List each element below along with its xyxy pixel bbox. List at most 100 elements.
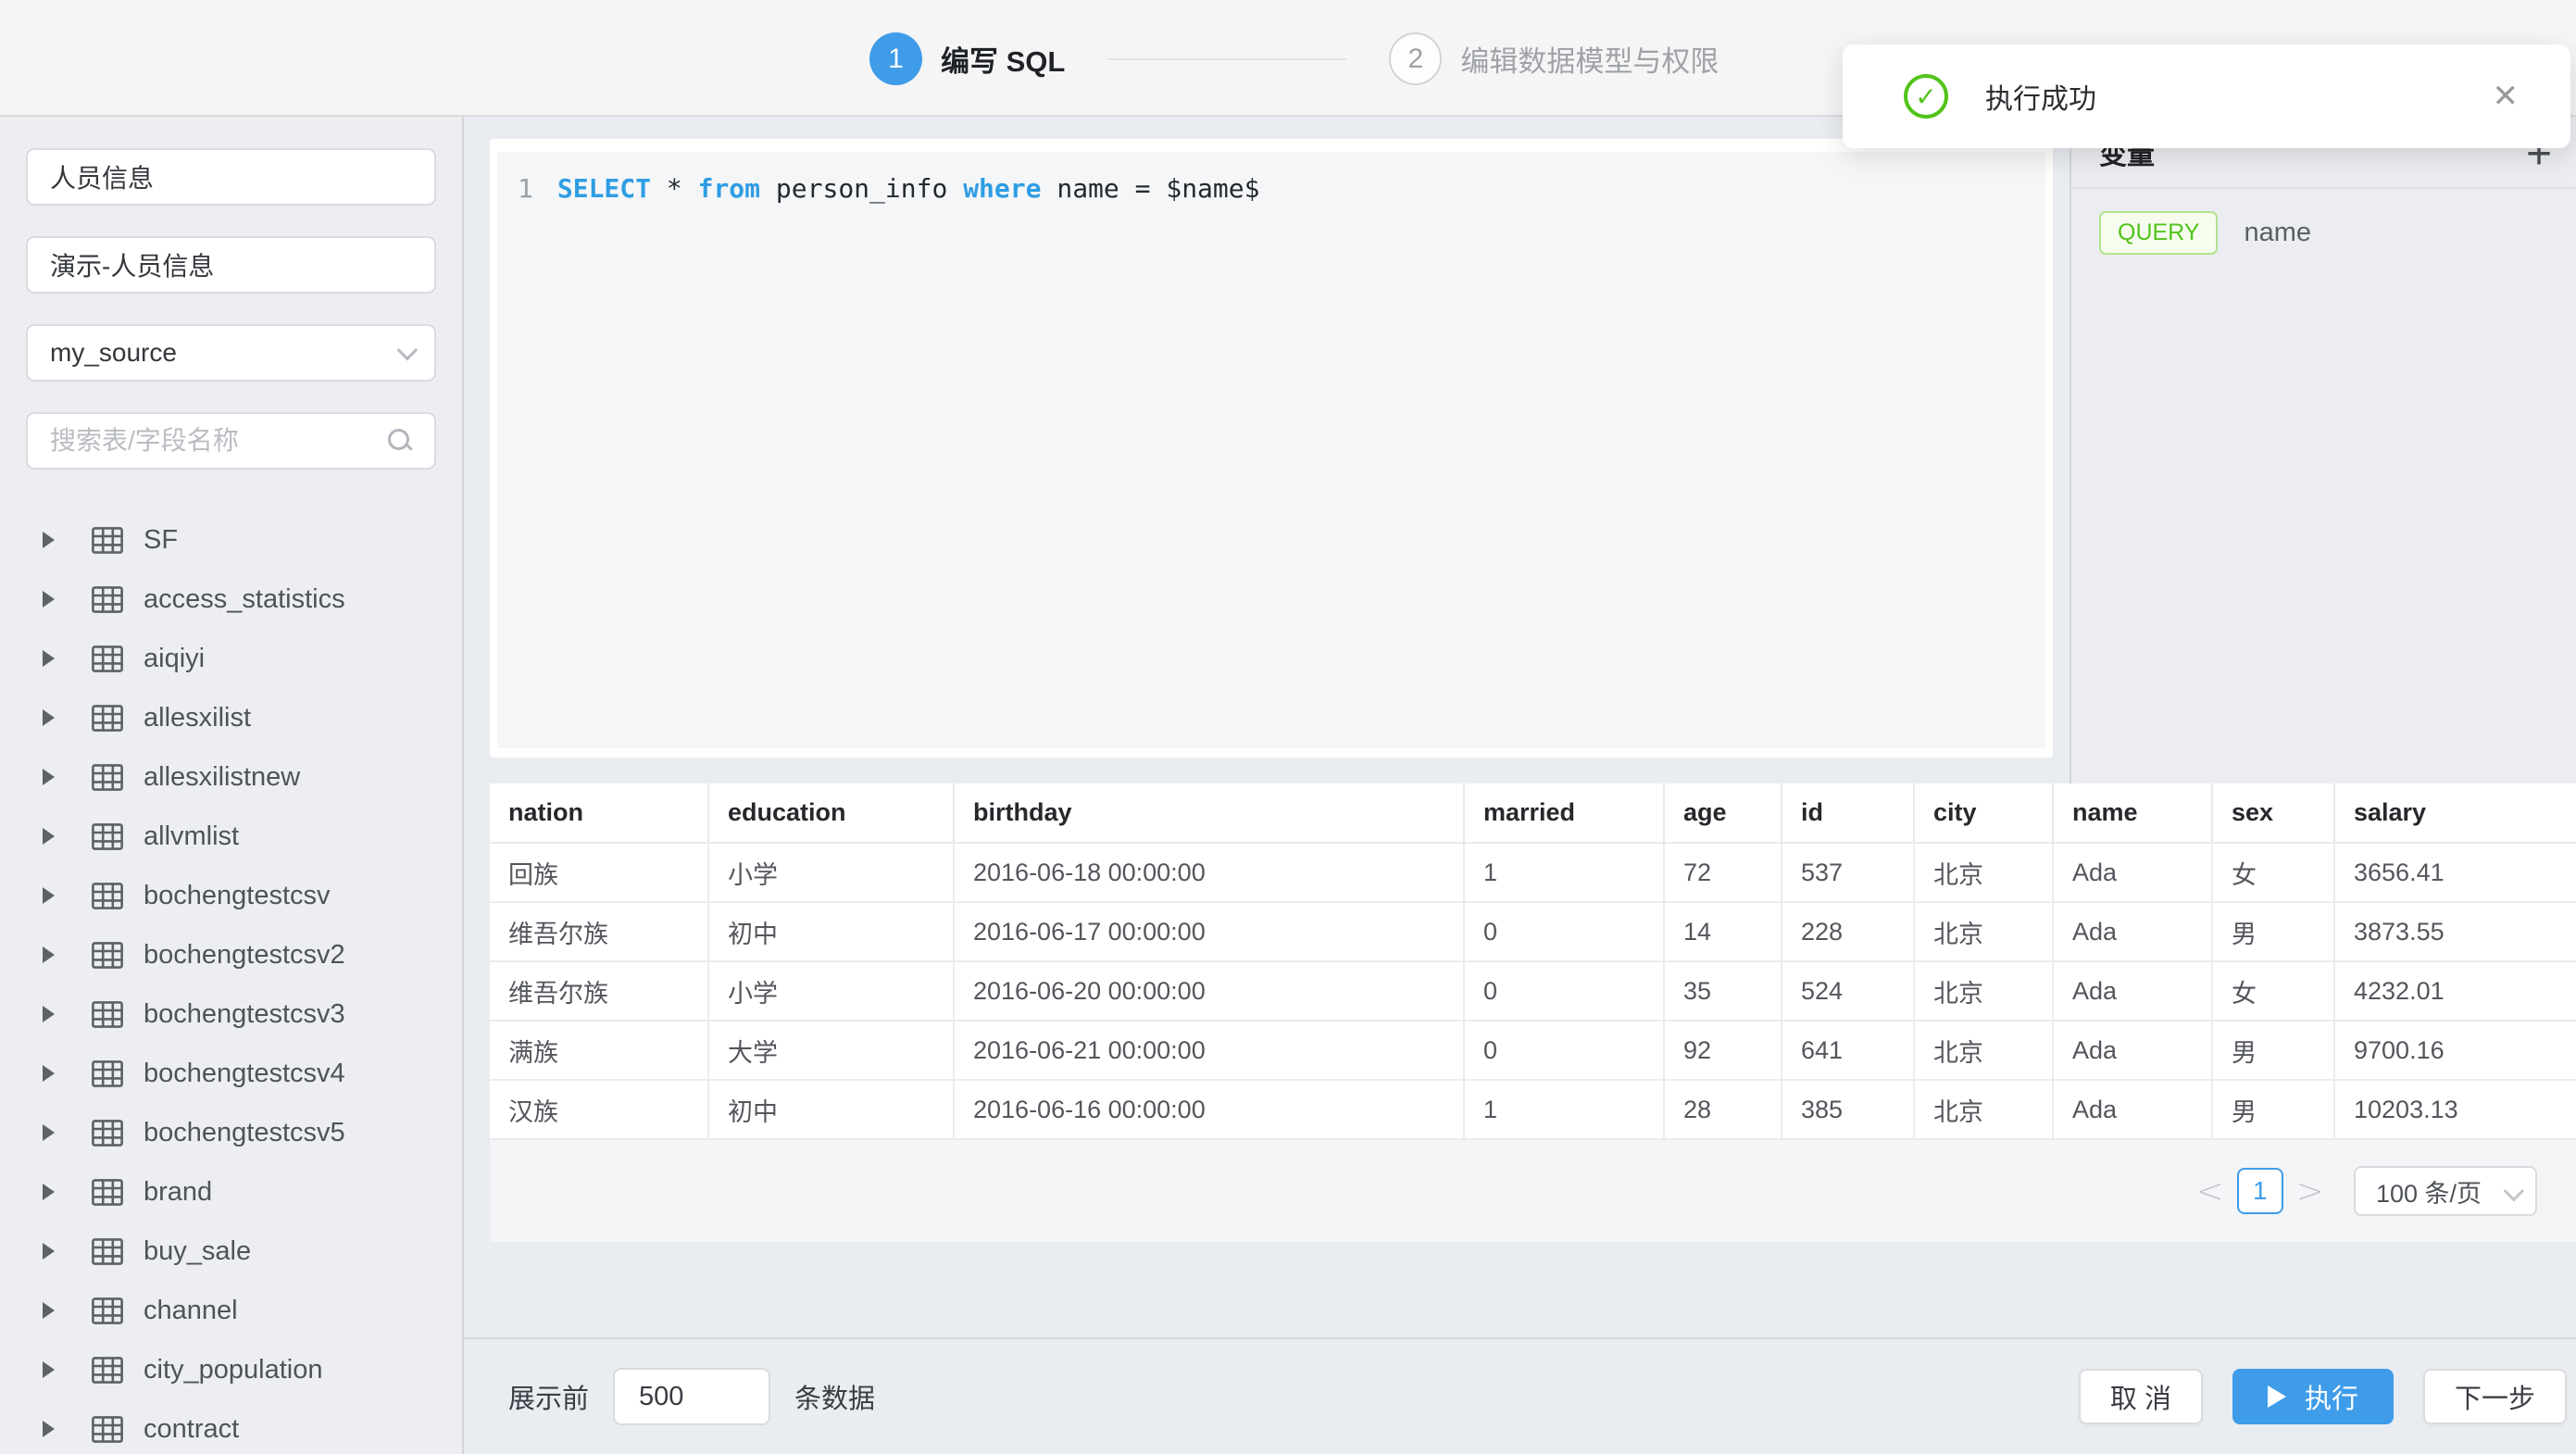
datasource-select-value: my_source (50, 338, 397, 368)
table-grid-icon (92, 586, 123, 613)
table-tree-item[interactable]: bochengtestcsv3 (0, 984, 462, 1044)
table-tree-item[interactable]: allesxilist (0, 688, 462, 747)
cell-age: 28 (1664, 1080, 1782, 1139)
caret-right-icon[interactable] (43, 946, 55, 963)
table-grid-icon (92, 1060, 123, 1087)
table-grid-icon (92, 1357, 123, 1384)
table-tree-item[interactable]: aiqiyi (0, 629, 462, 688)
column-header: sex (2212, 783, 2334, 843)
table-grid-icon (92, 823, 123, 850)
cell-name: Ada (2053, 1080, 2212, 1139)
table-grid-icon (92, 1416, 123, 1443)
table-tree-item[interactable]: bochengtestcsv2 (0, 925, 462, 984)
caret-right-icon[interactable] (43, 1124, 55, 1141)
table-search-input[interactable] (50, 426, 388, 456)
column-header: married (1464, 783, 1664, 843)
sql-token: * (651, 173, 698, 204)
table-tree-item[interactable]: contract (0, 1399, 462, 1454)
caret-right-icon[interactable] (43, 769, 55, 785)
cell-id: 641 (1782, 1021, 1914, 1080)
cell-age: 35 (1664, 961, 1782, 1021)
table-tree-item[interactable]: SF (0, 510, 462, 570)
toast-close-icon[interactable]: ✕ (2493, 78, 2520, 115)
cell-education: 大学 (708, 1021, 954, 1080)
table-row[interactable]: 维吾尔族 初中 2016-06-17 00:00:00 0 14 228 北京 … (490, 902, 2576, 961)
table-tree-item[interactable]: allvmlist (0, 807, 462, 866)
sql-token: where (963, 173, 1041, 204)
next-step-button[interactable]: 下一步 (2423, 1369, 2567, 1424)
cell-age: 14 (1664, 902, 1782, 961)
caret-right-icon[interactable] (43, 1243, 55, 1260)
sql-token: from (698, 173, 760, 204)
table-row[interactable]: 回族 小学 2016-06-18 00:00:00 1 72 537 北京 Ad… (490, 843, 2576, 902)
variable-name: name (2244, 218, 2311, 248)
play-icon (2268, 1385, 2286, 1408)
caret-right-icon[interactable] (43, 828, 55, 845)
bottom-action-bar: 展示前 条数据 取 消 执行 下一步 (464, 1337, 2576, 1454)
caret-right-icon[interactable] (43, 887, 55, 904)
page-size-select[interactable]: 100 条/页 (2354, 1166, 2537, 1216)
cell-married: 0 (1464, 902, 1664, 961)
caret-right-icon[interactable] (43, 709, 55, 726)
cell-age: 92 (1664, 1021, 1782, 1080)
table-tree-item[interactable]: allesxilistnew (0, 747, 462, 807)
caret-right-icon[interactable] (43, 532, 55, 548)
table-tree-item[interactable]: bochengtestcsv (0, 866, 462, 925)
sql-code-area[interactable]: 1SELECT * from person_info where name = … (497, 152, 2045, 748)
caret-right-icon[interactable] (43, 1302, 55, 1319)
row-limit-input[interactable] (613, 1368, 770, 1425)
column-header: age (1664, 783, 1782, 843)
run-button[interactable]: 执行 (2232, 1369, 2394, 1424)
caret-right-icon[interactable] (43, 1006, 55, 1022)
cell-sex: 男 (2212, 1021, 2334, 1080)
column-header: birthday (954, 783, 1464, 843)
sql-code-line: 1SELECT * from person_info where name = … (497, 152, 2045, 250)
results-body: 回族 小学 2016-06-18 00:00:00 1 72 537 北京 Ad… (490, 843, 2576, 1139)
table-tree-item[interactable]: buy_sale (0, 1222, 462, 1281)
table-tree-item[interactable]: access_statistics (0, 570, 462, 629)
sql-token: SELECT (557, 173, 651, 204)
cancel-button[interactable]: 取 消 (2079, 1369, 2203, 1424)
cell-city: 北京 (1914, 843, 2053, 902)
caret-right-icon[interactable] (43, 1421, 55, 1437)
table-name-label: channel (144, 1296, 238, 1326)
dataset-name-input[interactable] (50, 162, 412, 192)
table-tree-item[interactable]: channel (0, 1281, 462, 1340)
table-tree-item[interactable]: bochengtestcsv5 (0, 1103, 462, 1162)
cell-id: 524 (1782, 961, 1914, 1021)
caret-right-icon[interactable] (43, 591, 55, 608)
prev-page-icon[interactable]: < (2196, 1172, 2224, 1210)
next-page-icon[interactable]: > (2296, 1172, 2324, 1210)
cell-birthday: 2016-06-16 00:00:00 (954, 1080, 1464, 1139)
table-name-label: bochengtestcsv4 (144, 1059, 345, 1089)
sql-token: name = $name$ (1041, 173, 1259, 204)
cell-nation: 满族 (490, 1021, 708, 1080)
table-name-label: bochengtestcsv5 (144, 1118, 345, 1148)
dataset-display-input[interactable] (50, 250, 412, 280)
cell-birthday: 2016-06-21 00:00:00 (954, 1021, 1464, 1080)
caret-right-icon[interactable] (43, 1361, 55, 1378)
cell-married: 1 (1464, 1080, 1664, 1139)
table-tree-item[interactable]: brand (0, 1162, 462, 1222)
caret-right-icon[interactable] (43, 1065, 55, 1082)
table-tree-item[interactable]: bochengtestcsv4 (0, 1044, 462, 1103)
cell-name: Ada (2053, 843, 2212, 902)
variable-row[interactable]: QUERY name (2099, 211, 2548, 255)
table-grid-icon (92, 1120, 123, 1147)
page-number-button[interactable]: 1 (2237, 1168, 2283, 1214)
caret-right-icon[interactable] (43, 650, 55, 667)
results-header-row: nationeducationbirthdaymarriedageidcityn… (490, 783, 2576, 843)
caret-right-icon[interactable] (43, 1184, 55, 1200)
table-grid-icon (92, 1297, 123, 1324)
dataset-name-field-wrap (26, 148, 436, 206)
variable-type-badge: QUERY (2099, 211, 2218, 255)
table-row[interactable]: 满族 大学 2016-06-21 00:00:00 0 92 641 北京 Ad… (490, 1021, 2576, 1080)
dataset-display-field-wrap (26, 236, 436, 294)
table-row[interactable]: 维吾尔族 小学 2016-06-20 00:00:00 0 35 524 北京 … (490, 961, 2576, 1021)
table-tree-item[interactable]: city_population (0, 1340, 462, 1399)
table-row[interactable]: 汉族 初中 2016-06-16 00:00:00 1 28 385 北京 Ad… (490, 1080, 2576, 1139)
datasource-select[interactable]: my_source (26, 324, 436, 382)
table-grid-icon (92, 646, 123, 672)
table-name-label: access_statistics (144, 584, 345, 615)
sql-token: person_info (760, 173, 963, 204)
